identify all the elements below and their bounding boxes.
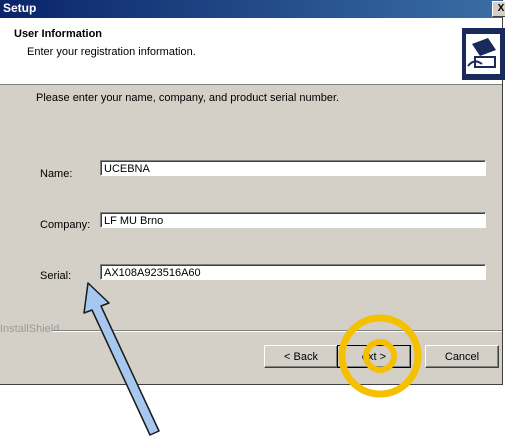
close-icon[interactable]: X bbox=[492, 1, 505, 17]
installshield-brand: InstallShield bbox=[0, 323, 60, 335]
back-button[interactable]: < Back bbox=[264, 345, 338, 368]
installer-computer-icon bbox=[462, 28, 505, 80]
company-label: Company: bbox=[40, 219, 91, 231]
serial-field[interactable]: AX108A923516A60 bbox=[100, 264, 486, 280]
cancel-button[interactable]: Cancel bbox=[425, 345, 499, 368]
window-title: Setup bbox=[3, 1, 37, 15]
setup-dialog: Setup X User Information Enter your regi… bbox=[0, 0, 505, 385]
page-title: User Information bbox=[14, 28, 103, 40]
name-label: Name: bbox=[40, 168, 73, 180]
next-button[interactable]: ext > bbox=[337, 345, 411, 368]
page-subtitle: Enter your registration information. bbox=[27, 46, 196, 58]
name-field[interactable]: UCEBNA bbox=[100, 160, 486, 176]
intro-text: Please enter your name, company, and pro… bbox=[36, 92, 340, 104]
title-bar: Setup X bbox=[0, 0, 505, 18]
footer-separator bbox=[52, 330, 502, 332]
serial-label: Serial: bbox=[40, 270, 72, 282]
wizard-header: User Information Enter your registration… bbox=[0, 18, 505, 85]
company-field[interactable]: LF MU Brno bbox=[100, 212, 486, 228]
